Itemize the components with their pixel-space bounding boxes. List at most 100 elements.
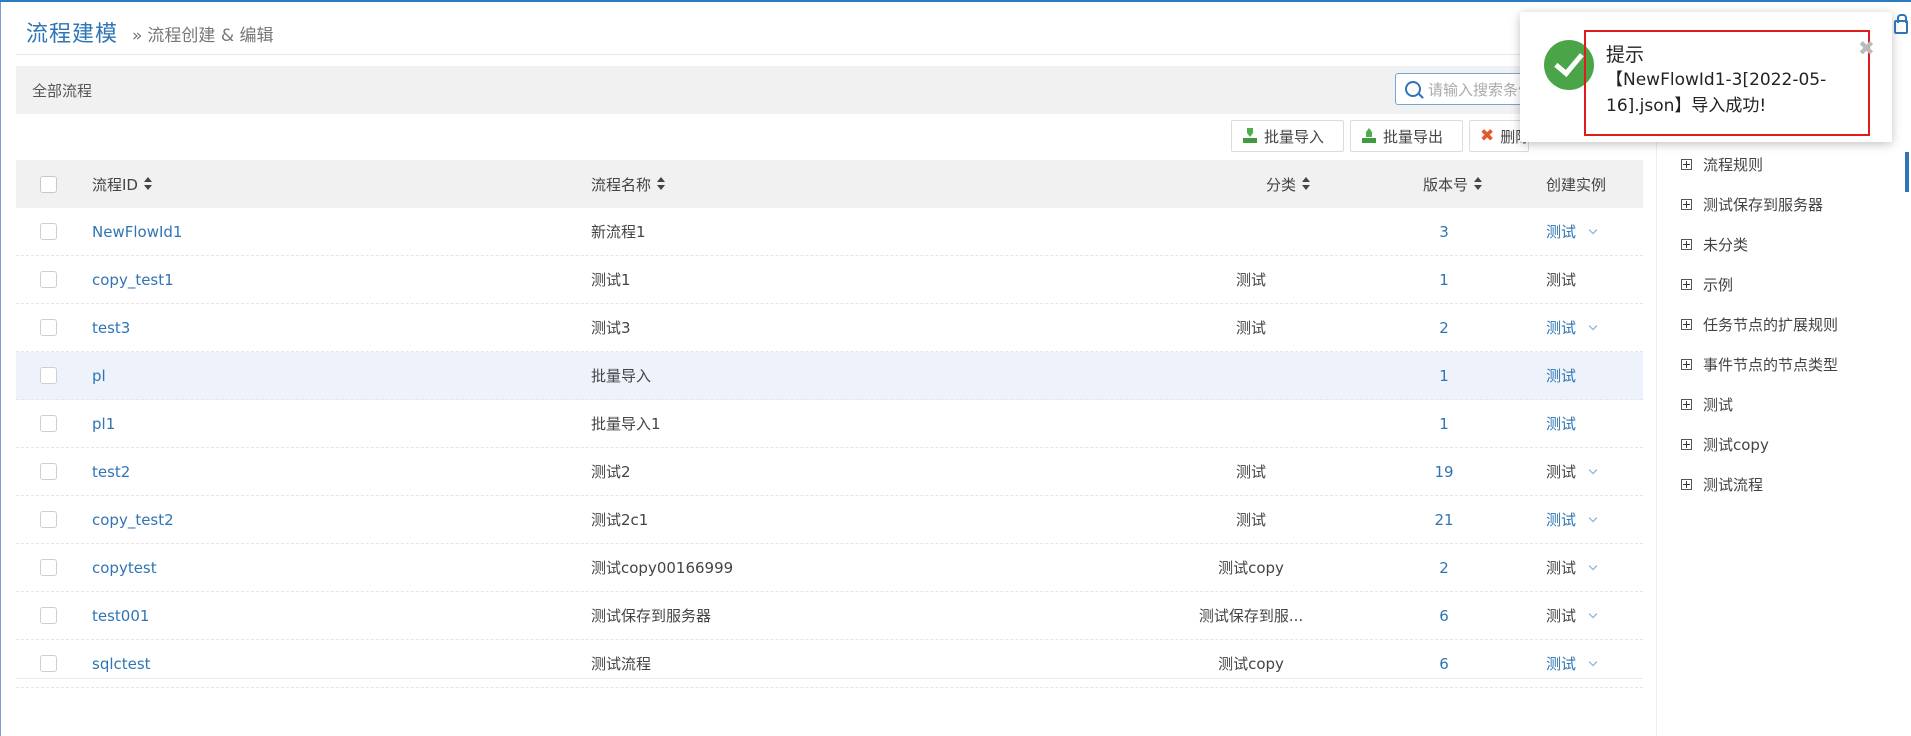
flow-version[interactable]: 1 xyxy=(1424,400,1464,447)
sort-icon[interactable] xyxy=(143,177,152,191)
lock-icon[interactable] xyxy=(1894,14,1908,34)
side-tab-marker[interactable] xyxy=(1905,152,1909,192)
row-checkbox[interactable] xyxy=(39,544,57,591)
create-instance-cell[interactable]: 测试 xyxy=(1546,256,1576,303)
flow-id-link[interactable]: pl xyxy=(92,352,106,399)
create-instance-link[interactable]: 测试 xyxy=(1546,317,1576,338)
close-icon[interactable]: ✖ xyxy=(1858,36,1875,60)
flow-id-link[interactable]: copytest xyxy=(92,544,157,591)
batch-import-button[interactable]: 批量导入 xyxy=(1231,120,1344,152)
expand-plus-icon[interactable] xyxy=(1681,238,1692,250)
create-instance-cell[interactable]: 测试 xyxy=(1546,496,1598,543)
column-header-category[interactable]: 分类 xyxy=(1266,160,1311,208)
chevron-down-icon[interactable] xyxy=(1588,657,1598,666)
flow-id-link[interactable]: copy_test1 xyxy=(92,256,174,303)
table-row[interactable]: test2 测试2 测试 19 测试 xyxy=(16,448,1643,496)
row-checkbox[interactable] xyxy=(39,640,57,687)
tree-node[interactable]: 示例 xyxy=(1681,264,1838,304)
flow-id-link[interactable]: test001 xyxy=(92,592,149,639)
create-instance-cell[interactable]: 测试 xyxy=(1546,400,1576,447)
column-header-name[interactable]: 流程名称 xyxy=(591,160,666,208)
table-row[interactable]: copy_test2 测试2c1 测试 21 测试 xyxy=(16,496,1643,544)
column-header-id[interactable]: 流程ID xyxy=(92,160,152,208)
create-instance-cell[interactable]: 测试 xyxy=(1546,640,1598,687)
create-instance-cell[interactable]: 测试 xyxy=(1546,352,1576,399)
chevron-down-icon[interactable] xyxy=(1588,225,1598,234)
table-row[interactable]: copytest 测试copy00166999 测试copy 2 测试 xyxy=(16,544,1643,592)
tree-node[interactable]: 测试 xyxy=(1681,384,1838,424)
chevron-down-icon[interactable] xyxy=(1588,513,1598,522)
row-checkbox[interactable] xyxy=(39,496,57,543)
table-row[interactable]: sqlctest 测试流程 测试copy 6 测试 xyxy=(16,640,1643,688)
tree-node[interactable]: 未分类 xyxy=(1681,224,1838,264)
row-checkbox[interactable] xyxy=(39,592,57,639)
table-row[interactable]: copy_test1 测试1 测试 1 测试 xyxy=(16,256,1643,304)
flow-id-link[interactable]: test3 xyxy=(92,304,130,351)
flow-version[interactable]: 1 xyxy=(1424,256,1464,303)
column-header-version[interactable]: 版本号 xyxy=(1423,160,1483,208)
search-icon[interactable] xyxy=(1405,81,1421,97)
tree-node-label[interactable]: 示例 xyxy=(1703,274,1733,295)
tree-node-label[interactable]: 事件节点的节点类型 xyxy=(1703,354,1838,375)
expand-plus-icon[interactable] xyxy=(1681,158,1692,170)
chevron-down-icon[interactable] xyxy=(1588,321,1598,330)
tree-node[interactable]: 测试保存到服务器 xyxy=(1681,184,1838,224)
flow-version[interactable]: 2 xyxy=(1424,544,1464,591)
chevron-down-icon[interactable] xyxy=(1588,609,1598,618)
create-instance-link[interactable]: 测试 xyxy=(1546,605,1576,626)
expand-plus-icon[interactable] xyxy=(1681,358,1692,370)
create-instance-link[interactable]: 测试 xyxy=(1546,365,1576,386)
sort-icon[interactable] xyxy=(1474,177,1483,191)
create-instance-link[interactable]: 测试 xyxy=(1546,653,1576,674)
flow-id-link[interactable]: test2 xyxy=(92,448,130,495)
row-checkbox[interactable] xyxy=(39,352,57,399)
flow-version[interactable]: 1 xyxy=(1424,352,1464,399)
tree-node[interactable]: 测试流程 xyxy=(1681,464,1838,504)
create-instance-cell[interactable]: 测试 xyxy=(1546,544,1598,591)
table-row[interactable]: test3 测试3 测试 2 测试 xyxy=(16,304,1643,352)
flow-version[interactable]: 6 xyxy=(1424,640,1464,687)
table-row[interactable]: NewFlowId1 新流程1 3 测试 xyxy=(16,208,1643,256)
row-checkbox[interactable] xyxy=(39,256,57,303)
expand-plus-icon[interactable] xyxy=(1681,198,1692,210)
chevron-down-icon[interactable] xyxy=(1588,561,1598,570)
flow-id-link[interactable]: NewFlowId1 xyxy=(92,208,182,255)
flow-version[interactable]: 21 xyxy=(1424,496,1464,543)
flow-version[interactable]: 3 xyxy=(1424,208,1464,255)
chevron-down-icon[interactable] xyxy=(1588,465,1598,474)
tree-node-label[interactable]: 测试 xyxy=(1703,394,1733,415)
create-instance-cell[interactable]: 测试 xyxy=(1546,592,1598,639)
tree-node-label[interactable]: 测试流程 xyxy=(1703,474,1763,495)
create-instance-link[interactable]: 测试 xyxy=(1546,413,1576,434)
row-checkbox[interactable] xyxy=(39,400,57,447)
tree-node[interactable]: 测试copy xyxy=(1681,424,1838,464)
create-instance-cell[interactable]: 测试 xyxy=(1546,448,1598,495)
row-checkbox[interactable] xyxy=(39,208,57,255)
tree-node-label[interactable]: 任务节点的扩展规则 xyxy=(1703,314,1838,335)
flow-id-link[interactable]: pl1 xyxy=(92,400,115,447)
table-row[interactable]: pl1 批量导入1 1 测试 xyxy=(16,400,1643,448)
flow-version[interactable]: 6 xyxy=(1424,592,1464,639)
sort-icon[interactable] xyxy=(1302,177,1311,191)
expand-plus-icon[interactable] xyxy=(1681,438,1692,450)
expand-plus-icon[interactable] xyxy=(1681,398,1692,410)
create-instance-link[interactable]: 测试 xyxy=(1546,461,1576,482)
create-instance-link[interactable]: 测试 xyxy=(1546,269,1576,290)
expand-plus-icon[interactable] xyxy=(1681,278,1692,290)
create-instance-link[interactable]: 测试 xyxy=(1546,557,1576,578)
tree-node-label[interactable]: 流程规则 xyxy=(1703,154,1763,175)
tree-node[interactable]: 事件节点的节点类型 xyxy=(1681,344,1838,384)
row-checkbox[interactable] xyxy=(39,304,57,351)
tree-node[interactable]: 流程规则 xyxy=(1681,144,1838,184)
tree-node-label[interactable]: 测试copy xyxy=(1703,434,1769,455)
create-instance-link[interactable]: 测试 xyxy=(1546,509,1576,530)
table-row[interactable]: test001 测试保存到服务器 测试保存到服... 6 测试 xyxy=(16,592,1643,640)
tree-node[interactable]: 任务节点的扩展规则 xyxy=(1681,304,1838,344)
expand-plus-icon[interactable] xyxy=(1681,478,1692,490)
create-instance-cell[interactable]: 测试 xyxy=(1546,304,1598,351)
flow-version[interactable]: 2 xyxy=(1424,304,1464,351)
row-checkbox[interactable] xyxy=(39,448,57,495)
flow-version[interactable]: 19 xyxy=(1424,448,1464,495)
batch-export-button[interactable]: 批量导出 xyxy=(1350,120,1463,152)
tree-node-label[interactable]: 未分类 xyxy=(1703,234,1748,255)
